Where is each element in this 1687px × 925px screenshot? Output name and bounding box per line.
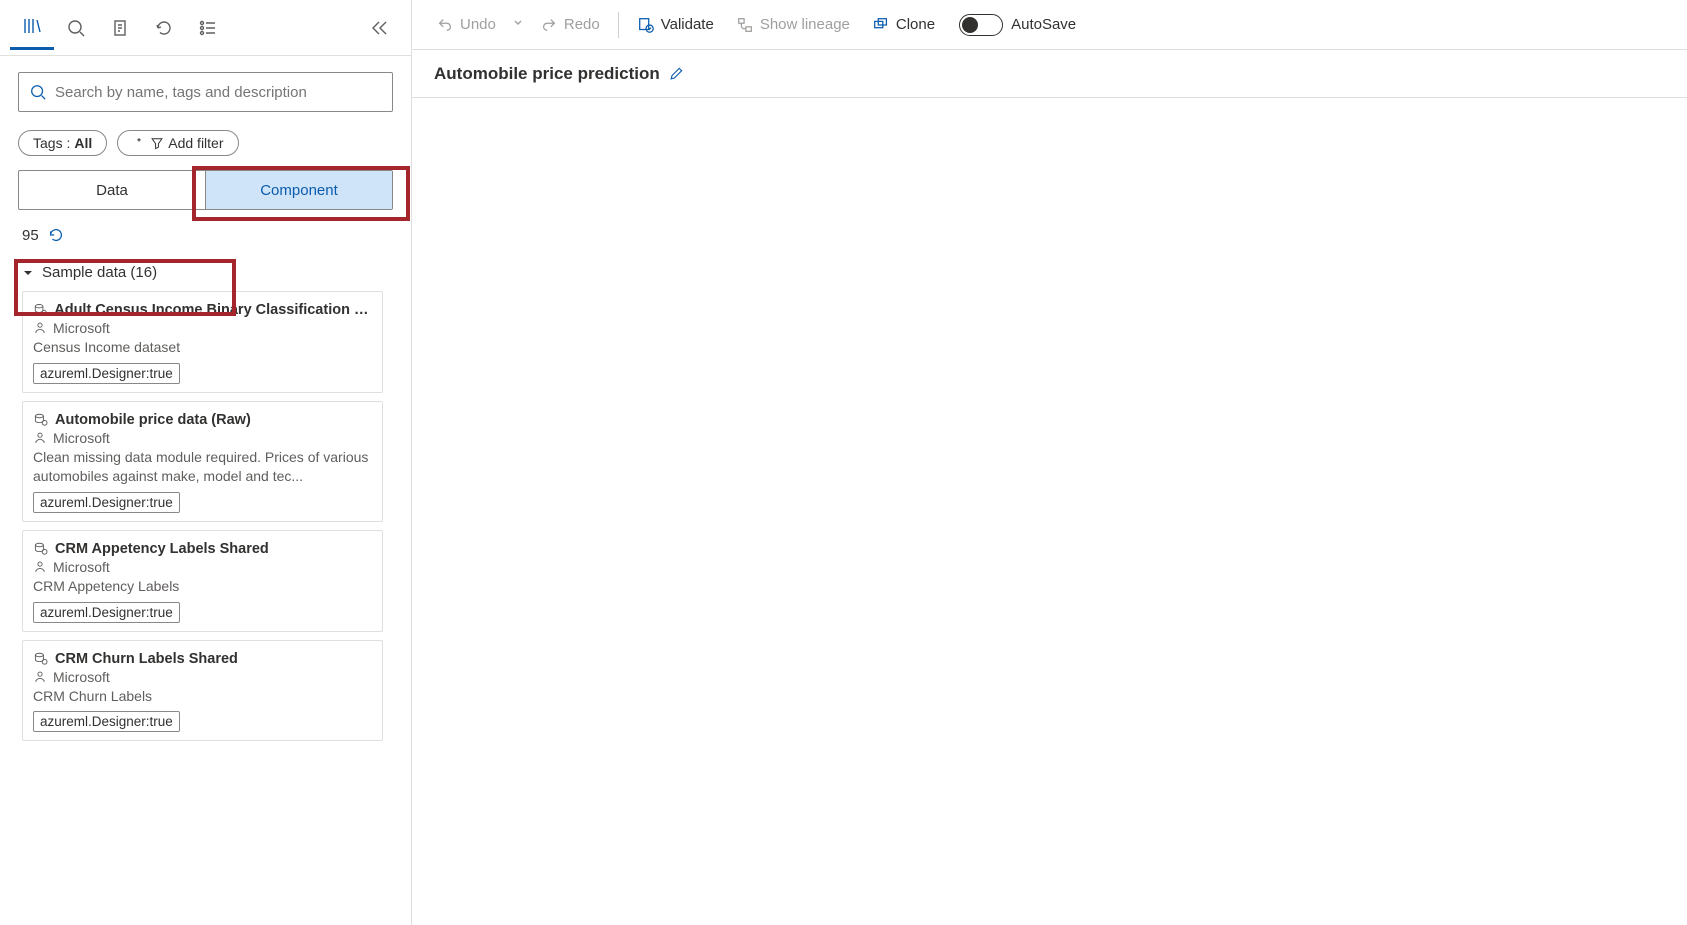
undo-button[interactable]: Undo — [426, 10, 506, 40]
person-icon — [33, 321, 47, 335]
add-filter-label: Add filter — [168, 135, 223, 151]
asset-library-panel: Tags : All Add filter Data Component 95 … — [0, 0, 412, 925]
asset-type-tabs: Data Component — [18, 170, 393, 210]
card-tag: azureml.Designer:true — [33, 363, 180, 384]
card-description: CRM Churn Labels — [33, 687, 372, 706]
chevron-down-icon — [22, 267, 34, 279]
refresh-icon[interactable] — [47, 226, 65, 244]
undo-dropdown-icon[interactable] — [508, 16, 528, 33]
library-tab-icon[interactable] — [10, 6, 54, 50]
card-tag: azureml.Designer:true — [33, 602, 180, 623]
dataset-icon — [33, 541, 49, 557]
dataset-icon — [33, 412, 49, 428]
card-author: Microsoft — [53, 320, 110, 336]
card-description: CRM Appetency Labels — [33, 577, 372, 596]
lineage-label: Show lineage — [760, 16, 850, 33]
person-icon — [33, 431, 47, 445]
card-scroll-area[interactable]: Adult Census Income Binary Classificatio… — [18, 291, 393, 925]
toolbar-divider — [618, 12, 619, 38]
card-title: Adult Census Income Binary Classificatio… — [54, 302, 372, 318]
asset-search-input[interactable] — [55, 84, 382, 101]
search-tab-icon[interactable] — [54, 6, 98, 50]
top-toolbar: Undo Redo Validate Show lineage Clone Au… — [412, 0, 1687, 50]
validate-button[interactable]: Validate — [627, 10, 724, 40]
autosave-toggle[interactable] — [959, 14, 1003, 36]
result-count: 95 — [22, 227, 39, 244]
clipboard-tab-icon[interactable] — [98, 6, 142, 50]
tags-label: Tags : — [33, 135, 70, 151]
collapse-panel-icon[interactable] — [357, 6, 401, 50]
tags-value: All — [74, 135, 92, 151]
card-author: Microsoft — [53, 430, 110, 446]
card-author: Microsoft — [53, 669, 110, 685]
tab-component[interactable]: Component — [206, 171, 392, 209]
result-count-row: 95 — [18, 222, 393, 254]
pipeline-canvas[interactable] — [412, 98, 1687, 925]
pipeline-title-row: Automobile price prediction — [412, 50, 1687, 98]
asset-card[interactable]: CRM Appetency Labels Shared Microsoft CR… — [22, 530, 383, 632]
asset-card[interactable]: Automobile price data (Raw) Microsoft Cl… — [22, 401, 383, 522]
canvas-panel: Undo Redo Validate Show lineage Clone Au… — [412, 0, 1687, 925]
dataset-icon — [33, 651, 49, 667]
undo-label: Undo — [460, 16, 496, 33]
filter-row: Tags : All Add filter — [18, 130, 393, 156]
left-toolbar — [0, 0, 411, 56]
card-title: CRM Appetency Labels Shared — [55, 541, 269, 557]
redo-label: Redo — [564, 16, 600, 33]
person-icon — [33, 670, 47, 684]
edit-icon[interactable] — [668, 66, 684, 82]
asset-search-box[interactable] — [18, 72, 393, 112]
card-list: Adult Census Income Binary Classificatio… — [18, 291, 387, 761]
show-lineage-button[interactable]: Show lineage — [726, 10, 860, 40]
section-title: Sample data (16) — [42, 264, 157, 281]
card-description: Census Income dataset — [33, 338, 372, 357]
left-body: Tags : All Add filter Data Component 95 … — [0, 56, 411, 925]
pipeline-title: Automobile price prediction — [434, 64, 660, 84]
card-tag: azureml.Designer:true — [33, 492, 180, 513]
refresh-tab-icon[interactable] — [142, 6, 186, 50]
section-sample-data[interactable]: Sample data (16) — [18, 254, 393, 291]
person-icon — [33, 560, 47, 574]
card-title: Automobile price data (Raw) — [55, 412, 251, 428]
clone-label: Clone — [896, 16, 935, 33]
tags-filter-pill[interactable]: Tags : All — [18, 130, 107, 156]
card-author: Microsoft — [53, 559, 110, 575]
asset-card[interactable]: CRM Churn Labels Shared Microsoft CRM Ch… — [22, 640, 383, 742]
validate-label: Validate — [661, 16, 714, 33]
steps-tab-icon[interactable] — [186, 6, 230, 50]
tab-data[interactable]: Data — [19, 171, 205, 209]
card-title: CRM Churn Labels Shared — [55, 651, 238, 667]
dataset-icon — [33, 302, 48, 318]
add-filter-pill[interactable]: Add filter — [117, 130, 238, 156]
redo-button[interactable]: Redo — [530, 10, 610, 40]
clone-button[interactable]: Clone — [862, 10, 945, 40]
autosave-label: AutoSave — [1011, 16, 1076, 33]
card-tag: azureml.Designer:true — [33, 711, 180, 732]
asset-card[interactable]: Adult Census Income Binary Classificatio… — [22, 291, 383, 393]
card-description: Clean missing data module required. Pric… — [33, 448, 372, 486]
